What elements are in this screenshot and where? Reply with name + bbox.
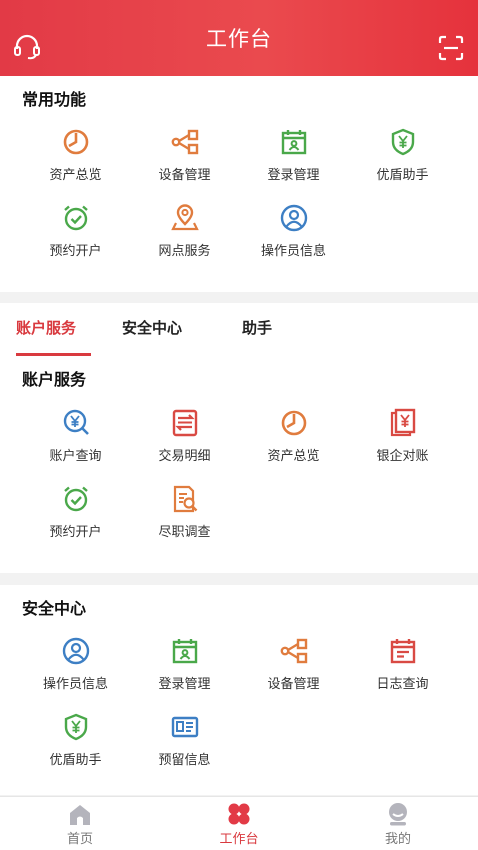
account-item-appointment[interactable]: 预约开户 (21, 477, 130, 545)
section-title: 账户服务 (22, 370, 87, 389)
pie-chart-icon (58, 124, 94, 160)
common-functions-section: 常用功能 资产总览 设备管理 登录管理 优盾助手 预约开户 网点服务 操作员信息 (0, 76, 478, 292)
log-calendar-icon (385, 633, 421, 669)
item-label: 设备管理 (267, 677, 320, 692)
common-item-branch-service[interactable]: 网点服务 (130, 196, 239, 264)
security-item-device-mgmt[interactable]: 设备管理 (239, 629, 348, 697)
bottom-tab-bar: 首页 工作台 我的 (0, 796, 478, 850)
share-nodes-icon (276, 633, 312, 669)
item-label: 设备管理 (158, 168, 211, 183)
document-search-icon (167, 481, 203, 517)
tabbar-mine[interactable]: 我的 (358, 801, 438, 847)
item-label: 资产总览 (267, 449, 320, 464)
common-grid: 资产总览 设备管理 登录管理 优盾助手 预约开户 网点服务 操作员信息 (0, 120, 478, 264)
item-label: 预约开户 (49, 244, 102, 259)
login-calendar-icon (167, 633, 203, 669)
account-item-bank-reconciliation[interactable]: 银企对账 (348, 401, 457, 469)
item-label: 预约开户 (49, 525, 102, 540)
yuan-document-icon (385, 405, 421, 441)
account-item-due-diligence[interactable]: 尽职调查 (130, 477, 239, 545)
item-label: 优盾助手 (376, 168, 429, 183)
shield-yuan-icon (58, 709, 94, 745)
common-item-login-mgmt[interactable]: 登录管理 (239, 120, 348, 188)
common-item-device-mgmt[interactable]: 设备管理 (130, 120, 239, 188)
item-label: 日志查询 (376, 677, 429, 692)
tabbar-label: 我的 (384, 832, 411, 847)
common-item-operator-info[interactable]: 操作员信息 (239, 196, 348, 264)
common-item-appointment[interactable]: 预约开户 (21, 196, 130, 264)
tab-active-indicator (16, 353, 91, 356)
alarm-clock-icon (58, 481, 94, 517)
customer-service-icon[interactable] (12, 34, 42, 60)
item-label: 银企对账 (376, 449, 429, 464)
item-label: 资产总览 (49, 168, 102, 183)
security-item-log-query[interactable]: 日志查询 (348, 629, 457, 697)
account-item-asset-overview[interactable]: 资产总览 (239, 401, 348, 469)
login-calendar-icon (276, 124, 312, 160)
item-label: 尽职调查 (158, 525, 211, 540)
share-nodes-icon (167, 124, 203, 160)
tab-assistant[interactable]: 助手 (242, 317, 272, 338)
tab-account-services[interactable]: 账户服务 (16, 317, 76, 338)
common-item-ukey-assistant[interactable]: 优盾助手 (348, 120, 457, 188)
item-label: 账户查询 (49, 449, 102, 464)
account-grid: 账户查询 交易明细 资产总览 银企对账 预约开户 尽职调查 (0, 401, 478, 545)
user-circle-icon (58, 633, 94, 669)
security-item-reserved-info[interactable]: 预留信息 (130, 705, 239, 773)
transaction-list-icon (167, 405, 203, 441)
shield-yuan-icon (385, 124, 421, 160)
security-item-operator-info[interactable]: 操作员信息 (21, 629, 130, 697)
item-label: 操作员信息 (42, 677, 108, 692)
app-header: 工作台 (0, 0, 478, 76)
account-services-section: 账户服务 安全中心 助手 账户服务 账户查询 交易明细 资产总览 银企对账 预约… (0, 303, 478, 573)
page-title: 工作台 (206, 27, 272, 51)
user-circle-icon (276, 200, 312, 236)
pie-chart-icon (276, 405, 312, 441)
security-item-ukey-assistant[interactable]: 优盾助手 (21, 705, 130, 773)
tab-security-center[interactable]: 安全中心 (122, 317, 182, 338)
tabbar-label: 工作台 (219, 832, 259, 847)
item-label: 登录管理 (158, 677, 211, 692)
item-label: 操作员信息 (260, 244, 326, 259)
account-item-transactions[interactable]: 交易明细 (130, 401, 239, 469)
item-label: 交易明细 (158, 449, 211, 464)
security-grid: 操作员信息 登录管理 设备管理 日志查询 优盾助手 预留信息 (0, 629, 478, 773)
security-center-section: 安全中心 操作员信息 登录管理 设备管理 日志查询 优盾助手 预留信息 (0, 585, 478, 795)
tabbar-workbench[interactable]: 工作台 (199, 801, 279, 847)
item-label: 登录管理 (267, 168, 320, 183)
alarm-clock-icon (58, 200, 94, 236)
tabbar-label: 首页 (66, 832, 93, 847)
item-label: 优盾助手 (49, 753, 102, 768)
scan-icon[interactable] (438, 35, 464, 61)
clover-icon (228, 803, 250, 825)
section-title: 安全中心 (22, 599, 87, 618)
yuan-search-icon (58, 405, 94, 441)
tabbar-home[interactable]: 首页 (40, 801, 120, 847)
common-item-asset-overview[interactable]: 资产总览 (21, 120, 130, 188)
section-title: 常用功能 (22, 90, 87, 109)
security-item-login-mgmt[interactable]: 登录管理 (130, 629, 239, 697)
item-label: 网点服务 (158, 244, 211, 259)
home-icon (70, 805, 90, 825)
profile-icon (389, 803, 407, 826)
item-label: 预留信息 (158, 753, 211, 768)
account-item-query[interactable]: 账户查询 (21, 401, 130, 469)
id-card-icon (167, 709, 203, 745)
map-pin-icon (167, 200, 203, 236)
